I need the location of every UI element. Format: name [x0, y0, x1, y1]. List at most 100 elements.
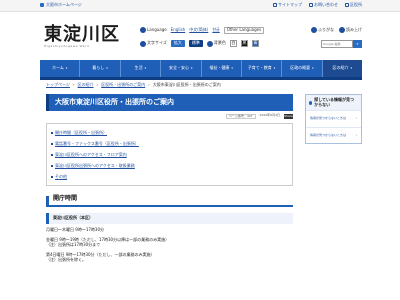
search-icon: ⌕	[356, 40, 359, 46]
nav-admin-label: 区政の概要	[290, 65, 311, 71]
contact-link[interactable]: お問い合わせ	[309, 2, 338, 8]
chevron-down-icon: ▾	[106, 65, 108, 70]
subheading-ward-office: 東淀川区役所（本区）	[46, 213, 293, 224]
logo-roman: Higashiyodogawa Ward	[44, 44, 90, 48]
breadcrumb-separator: ›	[96, 82, 99, 87]
section-heading-hours: 開庁時間	[46, 196, 293, 208]
help-link[interactable]: 情報が見つからないときは ›	[306, 126, 361, 143]
chevron-down-icon: ▾	[273, 65, 276, 70]
breadcrumb-separator: ›	[72, 82, 75, 87]
bg-black-button[interactable]: 黒	[240, 40, 248, 47]
nav-underline	[40, 77, 362, 80]
hours-note: （注）出張所は17時30分まで	[46, 242, 101, 248]
ward-office-link[interactable]: 区役所	[345, 2, 362, 8]
breadcrumb: トップページ › 区の紹介 › 区役所・出張所のご案内 › 大阪市東淀川区役所・…	[46, 82, 221, 88]
breadcrumb-offices[interactable]: 区役所・出張所のご案内	[101, 82, 145, 88]
lang-chinese[interactable]: 中文(简体)	[189, 27, 208, 33]
site-search: ⌕	[321, 40, 362, 48]
global-nav: ホーム ▾ 暮らし ▾ 生活 ▾ 安全・安心 ▾ 福祉・健康 ▾ 子育て・教育 ▾ 区政の概…	[40, 60, 362, 77]
breadcrumb-ward-intro[interactable]: 区の紹介	[78, 82, 94, 88]
nav-safety-label: 安全・安心	[169, 65, 190, 71]
osaka-city-link-label: 大阪市ホームページ	[46, 2, 82, 7]
font-standard-button[interactable]: 標準	[188, 40, 203, 47]
share-button[interactable]: Share	[284, 114, 293, 119]
breadcrumb-current: 大阪市東淀川区役所・出張所のご案内	[152, 82, 221, 87]
lang-english[interactable]: English	[171, 27, 185, 33]
palette-icon	[206, 40, 213, 47]
chevron-down-icon: ▾	[350, 65, 353, 70]
toc-item[interactable]: 東淀川区役所出張所へのアクセス・取扱業務	[51, 160, 288, 171]
contact-label: お問い合わせ	[314, 2, 338, 7]
breadcrumb-separator: ›	[148, 82, 150, 87]
nav-home[interactable]: ホーム ▾	[40, 60, 81, 77]
nav-ward-intro[interactable]: 区の紹介 ▾	[322, 60, 362, 77]
nav-welfare[interactable]: 福祉・健康 ▾	[202, 60, 242, 77]
font-enlarge-button[interactable]: 拡大	[170, 40, 185, 47]
accessibility-tools: ふりがな 読み上げ	[311, 27, 362, 33]
page-title: 大阪市東淀川区役所・出張所のご案内	[46, 94, 293, 111]
chevron-right-icon: ›	[355, 132, 357, 137]
help-box: 探している情報が見つからない 情報が見つからないときは › 情報が見つからないとき…	[305, 94, 362, 145]
logo-kanji: 東淀川区	[44, 24, 120, 45]
hours-line: 月曜日～木曜日 9時～17時30分	[46, 226, 104, 232]
nav-safety[interactable]: 安全・安心 ▾	[161, 60, 202, 77]
lang-other[interactable]: Other Languages	[223, 27, 265, 34]
share-label: Share	[284, 113, 293, 118]
breadcrumb-top[interactable]: トップページ	[46, 82, 70, 88]
sitemap-link[interactable]: サイトマップ	[273, 2, 302, 8]
chevron-right-icon: ›	[355, 116, 357, 121]
help-link-label: 情報が見つからないときは	[310, 132, 347, 137]
table-of-contents: 開庁時間（区役所・出張所） 電話番号・ファックス番号（区役所・出張所） 東淀川区…	[46, 123, 293, 187]
text-size-icon	[140, 40, 146, 47]
nav-living[interactable]: 暮らし ▾	[80, 60, 121, 77]
toc-item[interactable]: その他	[51, 171, 288, 182]
nav-admin[interactable]: 区政の概要 ▾	[282, 60, 323, 77]
toc-item[interactable]: 電話番号・ファックス番号（区役所・出張所）	[51, 138, 288, 149]
nav-home-label: ホーム	[51, 65, 64, 71]
globe-icon	[140, 27, 146, 34]
read-aloud-button[interactable]: 読み上げ	[339, 27, 362, 33]
nav-daily-life[interactable]: 生活 ▾	[121, 60, 162, 77]
language-label-text: Language	[147, 27, 167, 32]
read-aloud-label: 読み上げ	[346, 26, 362, 32]
furigana-icon	[311, 27, 317, 33]
help-link[interactable]: 情報が見つからないときは ›	[306, 110, 361, 126]
building-icon	[345, 3, 349, 8]
page-meta: ページ番号：407 2024年6月4日 Share	[46, 113, 293, 120]
sitemap-label: サイトマップ	[278, 2, 302, 7]
chevron-down-icon: ▾	[144, 65, 147, 70]
osaka-city-link[interactable]: 大阪市ホームページ	[40, 2, 82, 8]
help-link-label: 情報が見つからないときは	[310, 116, 347, 121]
site-header: 東淀川区 Higashiyodogawa Ward Language Engli…	[0, 12, 400, 60]
toc-item[interactable]: 開庁時間（区役所・出張所）	[51, 127, 288, 138]
sitemap-icon	[273, 3, 277, 8]
utility-bar: 大阪市ホームページ サイトマップ お問い合わせ 区役所	[0, 0, 400, 12]
search-input[interactable]	[321, 40, 353, 48]
help-box-title: 探している情報が見つからない	[314, 97, 355, 107]
updated-date: 2024年6月4日	[259, 113, 280, 117]
bg-color-label: 背景色	[206, 40, 226, 47]
chevron-down-icon: ▾	[312, 65, 314, 70]
search-button[interactable]: ⌕	[353, 40, 362, 48]
site-logo[interactable]: 東淀川区 Higashiyodogawa Ward	[44, 25, 122, 59]
main-content: 大阪市東淀川区役所・出張所のご案内 ページ番号：407 2024年6月4日 Sh…	[46, 94, 293, 268]
toc-item[interactable]: 東淀川区役所へのアクセス・フロア案内	[51, 149, 288, 160]
page-id: ページ番号：407	[225, 114, 256, 120]
language-label: Language	[140, 27, 167, 34]
font-size-label-text: 文字サイズ	[147, 40, 167, 46]
nav-childcare-label: 子育て・教育	[247, 65, 272, 71]
bg-blue-button[interactable]: 青	[251, 40, 259, 47]
furigana-button[interactable]: ふりがな	[311, 27, 334, 33]
question-icon	[309, 100, 313, 105]
bg-color-label-text: 背景色	[213, 40, 226, 46]
bg-white-button[interactable]: 白	[229, 40, 237, 47]
furigana-label: ふりがな	[318, 26, 334, 32]
nav-childcare[interactable]: 子育て・教育 ▾	[242, 60, 283, 77]
lang-korean[interactable]: 한글	[212, 27, 219, 33]
hours-note: （注）出張所を除く。	[46, 257, 86, 263]
hours-text: 月曜日～木曜日 9時～17時30分 金曜日 9時～19時（ただし、17時30分以…	[46, 226, 293, 263]
osaka-logo-icon	[40, 3, 44, 8]
language-row: Language English 中文(简体) 한글 Other Languag…	[140, 27, 265, 34]
nav-ward-intro-label: 区の紹介	[332, 65, 349, 71]
display-options-row: 文字サイズ 拡大 標準 背景色 白 黒 青	[140, 40, 259, 47]
